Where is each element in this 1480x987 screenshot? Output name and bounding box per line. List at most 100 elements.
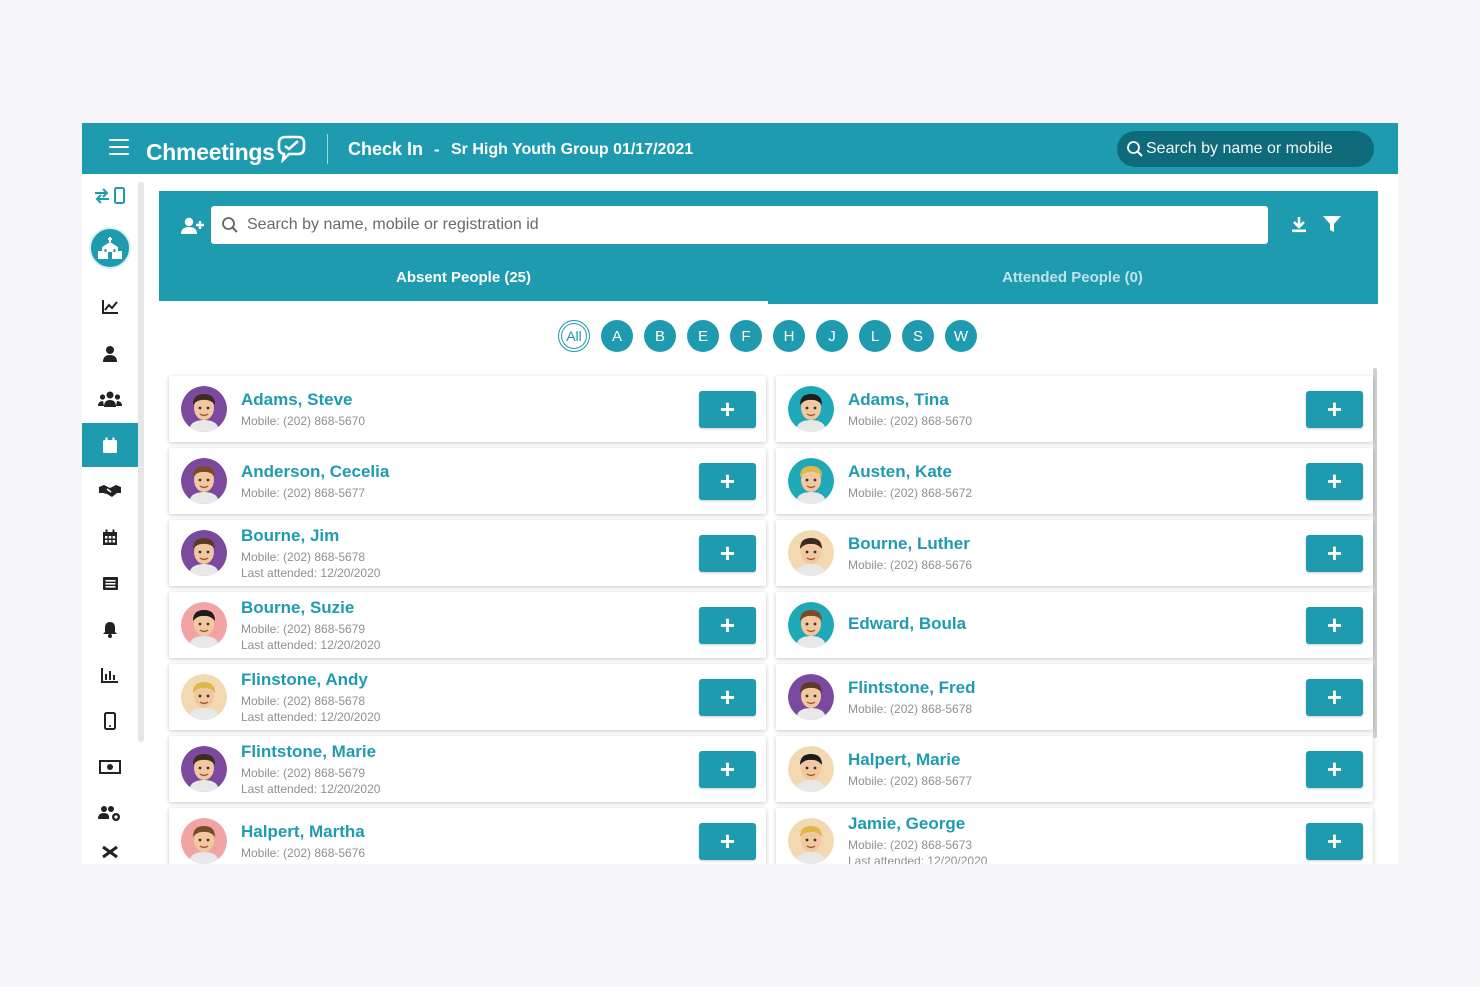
person-name[interactable]: Jamie, George xyxy=(848,814,965,834)
person-mobile: Mobile: (202) 868-5678 xyxy=(241,550,366,564)
filter-icon[interactable] xyxy=(1323,216,1341,233)
check-in-add-button[interactable]: + xyxy=(699,463,756,500)
person-mobile: Mobile: (202) 868-5676 xyxy=(848,558,973,572)
person-avatar xyxy=(181,674,227,720)
sidebar-item-mobile[interactable] xyxy=(82,699,138,743)
letter-filter-f[interactable]: F xyxy=(730,320,762,352)
check-in-add-button[interactable]: + xyxy=(1306,823,1363,860)
sidebar-item-check-in[interactable] xyxy=(82,423,138,467)
check-in-add-button[interactable]: + xyxy=(699,607,756,644)
person-avatar xyxy=(788,602,834,648)
letter-filter-e[interactable]: E xyxy=(687,320,719,352)
letter-filter-h[interactable]: H xyxy=(773,320,805,352)
people-search-box xyxy=(211,206,1268,244)
sidebar-item-user-settings[interactable] xyxy=(82,791,138,835)
person-card: Anderson, Cecelia Mobile: (202) 868-5677… xyxy=(169,448,766,514)
person-mobile: Mobile: (202) 868-5679 xyxy=(241,766,366,780)
person-card: Bourne, Jim Mobile: (202) 868-5678 Last … xyxy=(169,520,766,586)
person-last-attended: Last attended: 12/20/2020 xyxy=(848,854,988,864)
sidebar-item-notifications[interactable] xyxy=(82,607,138,651)
check-in-add-button[interactable]: + xyxy=(1306,463,1363,500)
person-card: Flintstone, Fred Mobile: (202) 868-5678 … xyxy=(776,664,1373,730)
person-card: Halpert, Martha Mobile: (202) 868-5676 + xyxy=(169,808,766,864)
check-in-add-button[interactable]: + xyxy=(699,391,756,428)
people-search-input[interactable] xyxy=(247,206,1247,244)
letter-filter-bar: All A B E F H J L S W xyxy=(558,320,977,354)
check-in-add-button[interactable]: + xyxy=(1306,535,1363,572)
sidebar-item-person[interactable] xyxy=(82,331,138,375)
sidebar-item-money[interactable] xyxy=(82,745,138,789)
letter-filter-s[interactable]: S xyxy=(902,320,934,352)
title-separator: - xyxy=(434,140,440,159)
person-name[interactable]: Edward, Boula xyxy=(848,614,966,634)
person-card: Austen, Kate Mobile: (202) 868-5672 + xyxy=(776,448,1373,514)
person-card: Bourne, Luther Mobile: (202) 868-5676 + xyxy=(776,520,1373,586)
person-mobile: Mobile: (202) 868-5677 xyxy=(848,774,973,788)
search-icon xyxy=(1127,141,1143,157)
check-in-add-button[interactable]: + xyxy=(1306,607,1363,644)
check-in-add-button[interactable]: + xyxy=(1306,391,1363,428)
content-scrollbar[interactable] xyxy=(1373,368,1377,738)
sidebar-item-dashboard[interactable] xyxy=(82,285,138,329)
check-in-add-button[interactable]: + xyxy=(699,679,756,716)
person-avatar xyxy=(788,818,834,864)
letter-filter-a[interactable]: A xyxy=(601,320,633,352)
mobile-icon xyxy=(104,712,116,730)
letter-filter-all[interactable]: All xyxy=(558,320,590,352)
person-name[interactable]: Bourne, Luther xyxy=(848,534,970,554)
person-name[interactable]: Adams, Steve xyxy=(241,390,353,410)
users-settings-icon xyxy=(98,805,120,821)
sidebar-item-handshake[interactable] xyxy=(82,469,138,513)
person-name[interactable]: Halpert, Martha xyxy=(241,822,365,842)
person-mobile: Mobile: (202) 868-5672 xyxy=(848,486,973,500)
add-person-icon[interactable] xyxy=(181,217,205,235)
hamburger-menu-icon[interactable] xyxy=(109,139,129,155)
check-in-add-button[interactable]: + xyxy=(699,751,756,788)
person-card: Adams, Tina Mobile: (202) 868-5670 + xyxy=(776,376,1373,442)
tab-attended-people[interactable]: Attended People (0) xyxy=(768,269,1377,304)
person-card: Halpert, Marie Mobile: (202) 868-5677 + xyxy=(776,736,1373,802)
sidebar xyxy=(82,174,138,864)
person-name[interactable]: Bourne, Jim xyxy=(241,526,339,546)
top-search-input[interactable] xyxy=(1146,131,1366,167)
sidebar-item-tools[interactable] xyxy=(82,837,138,864)
person-avatar xyxy=(788,386,834,432)
person-mobile: Mobile: (202) 868-5678 xyxy=(241,694,366,708)
check-in-add-button[interactable]: + xyxy=(1306,751,1363,788)
bar-chart-icon xyxy=(101,668,118,683)
download-icon[interactable] xyxy=(1291,216,1307,233)
sidebar-item-switch-device[interactable] xyxy=(82,176,138,216)
person-name[interactable]: Flintstone, Fred xyxy=(848,678,976,698)
tab-absent-people[interactable]: Absent People (25) xyxy=(159,269,768,304)
person-avatar xyxy=(788,674,834,720)
letter-filter-b[interactable]: B xyxy=(644,320,676,352)
person-name[interactable]: Flinstone, Andy xyxy=(241,670,368,690)
person-name[interactable]: Flintstone, Marie xyxy=(241,742,376,762)
check-in-add-button[interactable]: + xyxy=(699,823,756,860)
sidebar-item-reports[interactable] xyxy=(82,653,138,697)
person-avatar xyxy=(181,386,227,432)
header-divider xyxy=(327,134,328,164)
church-logo-icon[interactable] xyxy=(89,227,131,269)
person-name[interactable]: Adams, Tina xyxy=(848,390,949,410)
sidebar-item-groups[interactable] xyxy=(82,377,138,421)
person-card: Edward, Boula + xyxy=(776,592,1373,658)
letter-filter-j[interactable]: J xyxy=(816,320,848,352)
check-in-add-button[interactable]: + xyxy=(699,535,756,572)
letter-filter-w[interactable]: W xyxy=(945,320,977,352)
sidebar-item-calendar[interactable] xyxy=(82,515,138,559)
sidebar-scrollbar[interactable] xyxy=(138,182,144,742)
top-search-box xyxy=(1117,131,1374,167)
person-mobile: Mobile: (202) 868-5678 xyxy=(848,702,973,716)
person-name[interactable]: Bourne, Suzie xyxy=(241,598,354,618)
person-name[interactable]: Austen, Kate xyxy=(848,462,952,482)
check-in-icon xyxy=(103,437,117,453)
letter-filter-l[interactable]: L xyxy=(859,320,891,352)
app-logo-text[interactable]: Chmeetings xyxy=(146,139,275,166)
person-name[interactable]: Halpert, Marie xyxy=(848,750,960,770)
person-name[interactable]: Anderson, Cecelia xyxy=(241,462,389,482)
sidebar-item-list[interactable] xyxy=(82,561,138,605)
person-mobile: Mobile: (202) 868-5676 xyxy=(241,846,366,860)
handshake-icon xyxy=(99,485,121,497)
check-in-add-button[interactable]: + xyxy=(1306,679,1363,716)
